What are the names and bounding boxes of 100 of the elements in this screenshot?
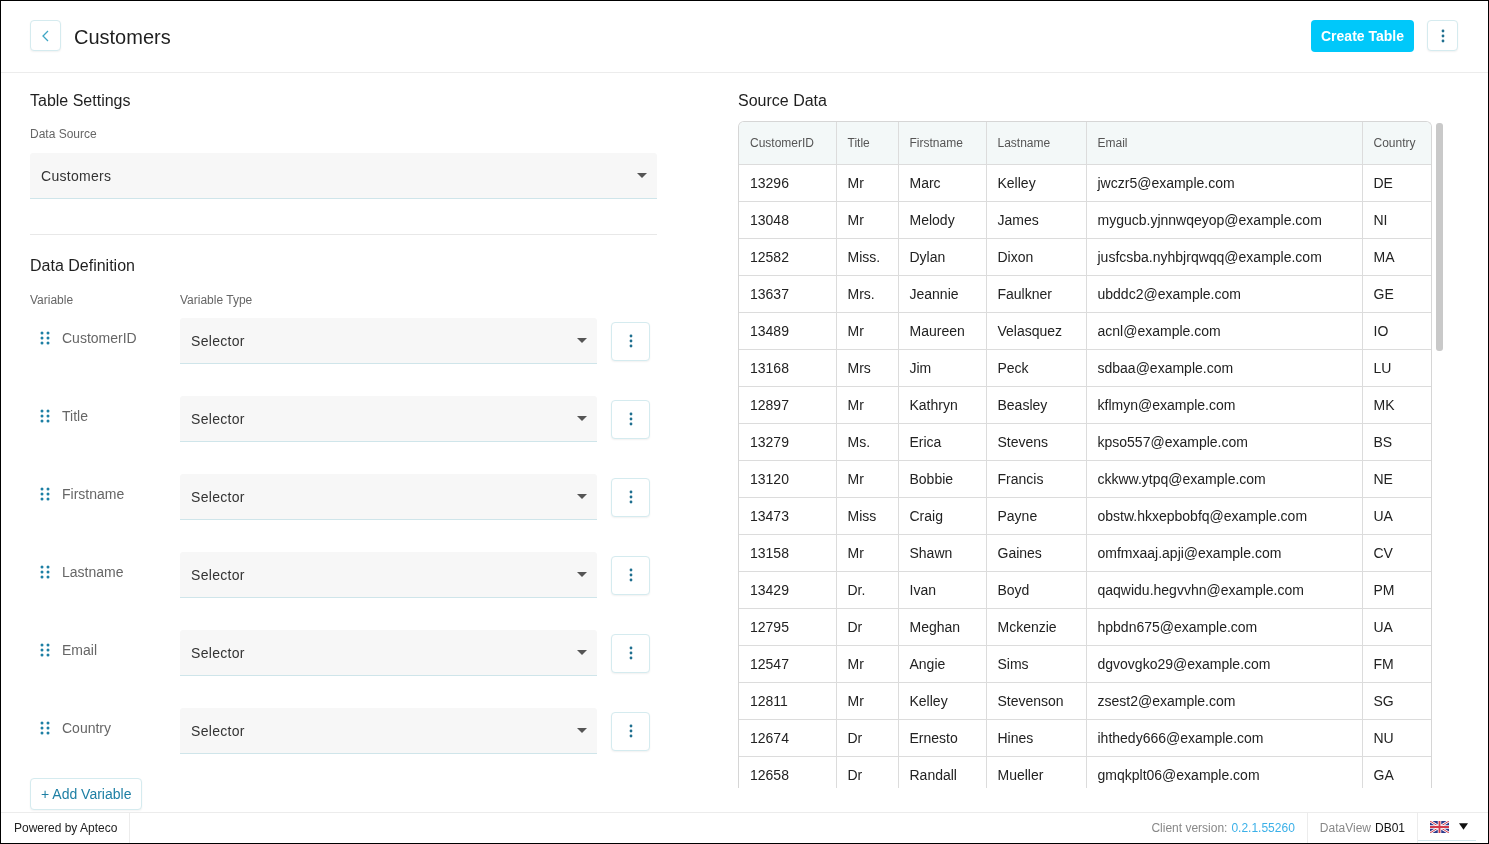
client-version-number: 0.2.1.55260: [1231, 821, 1295, 835]
table-cell: Mr: [836, 201, 898, 239]
drag-handle-icon[interactable]: [40, 721, 50, 735]
variable-label: Country: [62, 719, 112, 737]
drag-handle-icon[interactable]: [40, 487, 50, 501]
table-cell: SG: [1362, 682, 1431, 720]
more-button[interactable]: [611, 711, 650, 751]
table-cell: PM: [1362, 571, 1431, 609]
add-variable-button[interactable]: + Add Variable: [30, 778, 143, 810]
table-cell: Angie: [898, 645, 986, 683]
variable-label: Firstname: [62, 485, 125, 503]
caret-icon: [1459, 823, 1468, 830]
table-cell: Beasley: [986, 386, 1086, 424]
table-cell: 13429: [739, 571, 836, 609]
table-cell: 12547: [739, 645, 836, 683]
table-cell: 13473: [739, 497, 836, 535]
table-cell: CV: [1362, 534, 1431, 572]
section-title: Data Definition: [30, 256, 135, 276]
variable-type-dropdown[interactable]: Selector: [180, 396, 597, 442]
dataview-name: DB01: [1374, 821, 1405, 835]
variable-type-dropdown[interactable]: Selector: [180, 318, 597, 364]
drag-handle-icon[interactable]: [40, 565, 50, 579]
data-source-dropdown[interactable]: Customers: [30, 153, 657, 199]
vertical-dots-icon: [1440, 28, 1445, 43]
table-cell: Mrs.: [836, 275, 898, 313]
powered-by-text: Powered by Apteco: [1, 813, 131, 843]
variable-type-dropdown[interactable]: Selector: [180, 552, 597, 598]
table-cell: BS: [1362, 423, 1431, 461]
column-header[interactable]: Country: [1362, 122, 1431, 165]
more-button[interactable]: [611, 633, 650, 673]
table-cell: Francis: [986, 460, 1086, 498]
table-cell: Payne: [986, 497, 1086, 535]
table-cell: kpso557@example.com: [1086, 423, 1362, 461]
column-header[interactable]: Email: [1086, 122, 1362, 165]
vertical-dots-icon: [628, 412, 633, 426]
table-cell: LU: [1362, 349, 1431, 387]
table-cell: Randall: [898, 756, 986, 788]
column-header[interactable]: Lastname: [986, 122, 1086, 165]
table-cell: FM: [1362, 645, 1431, 683]
table-cell: UA: [1362, 497, 1431, 535]
table-cell: Dylan: [898, 238, 986, 276]
field-label: Data Source: [30, 126, 97, 142]
more-button[interactable]: [611, 399, 650, 439]
column-header[interactable]: CustomerID: [739, 122, 836, 165]
more-button[interactable]: [611, 321, 650, 361]
table-cell: Faulkner: [986, 275, 1086, 313]
drag-handle-icon[interactable]: [40, 331, 50, 345]
table-cell: Ms.: [836, 423, 898, 461]
flag-icon: [1430, 820, 1449, 833]
table-cell: 13120: [739, 460, 836, 498]
table-cell: Stevens: [986, 423, 1086, 461]
more-button[interactable]: [611, 555, 650, 595]
table-cell: ckkww.ytpq@example.com: [1086, 460, 1362, 498]
variable-type-dropdown[interactable]: Selector: [180, 474, 597, 520]
caret-icon: [577, 416, 587, 421]
table-cell: obstw.hkxepbobfq@example.com: [1086, 497, 1362, 535]
table-cell: NE: [1362, 460, 1431, 498]
table-cell: Stevenson: [986, 682, 1086, 720]
table-cell: dgvovgko29@example.com: [1086, 645, 1362, 683]
variable-type-dropdown[interactable]: Selector: [180, 630, 597, 676]
scrollbar-thumb[interactable]: [1436, 123, 1443, 351]
table-cell: James: [986, 201, 1086, 239]
table-cell: Kelley: [986, 164, 1086, 202]
drag-handle-icon[interactable]: [40, 643, 50, 657]
caret-icon: [577, 728, 587, 733]
table-cell: Miss.: [836, 238, 898, 276]
drag-handle-icon[interactable]: [40, 409, 50, 423]
table-cell: ubddc2@example.com: [1086, 275, 1362, 313]
table-cell: Gaines: [986, 534, 1086, 572]
table-cell: Kelley: [898, 682, 986, 720]
column-header[interactable]: Title: [836, 122, 898, 165]
vertical-dots-icon: [628, 646, 633, 660]
table-cell: 13637: [739, 275, 836, 313]
variable-label: Email: [62, 641, 97, 659]
table-cell: Ernesto: [898, 719, 986, 757]
table-cell: 13279: [739, 423, 836, 461]
table-cell: 13296: [739, 164, 836, 202]
table-cell: MK: [1362, 386, 1431, 424]
table-cell: Mr: [836, 460, 898, 498]
table-cell: 13158: [739, 534, 836, 572]
table-cell: Mckenzie: [986, 608, 1086, 646]
variable-label: Lastname: [62, 563, 124, 581]
vertical-dots-icon: [628, 724, 633, 738]
chevron-left-icon: [42, 29, 49, 42]
table-cell: Boyd: [986, 571, 1086, 609]
variable-label: Title: [62, 407, 88, 425]
table-cell: Melody: [898, 201, 986, 239]
table-cell: Sims: [986, 645, 1086, 683]
table-cell: IO: [1362, 312, 1431, 350]
table-cell: Craig: [898, 497, 986, 535]
back-button[interactable]: [30, 20, 61, 51]
table-cell: Ivan: [898, 571, 986, 609]
table-cell: 12658: [739, 756, 836, 788]
more-button[interactable]: [1427, 20, 1458, 51]
table-cell: Mr: [836, 386, 898, 424]
table-cell: 12674: [739, 719, 836, 757]
variable-type-dropdown[interactable]: Selector: [180, 708, 597, 754]
column-header[interactable]: Firstname: [898, 122, 986, 165]
more-button[interactable]: [611, 477, 650, 517]
caret-icon: [577, 338, 587, 343]
